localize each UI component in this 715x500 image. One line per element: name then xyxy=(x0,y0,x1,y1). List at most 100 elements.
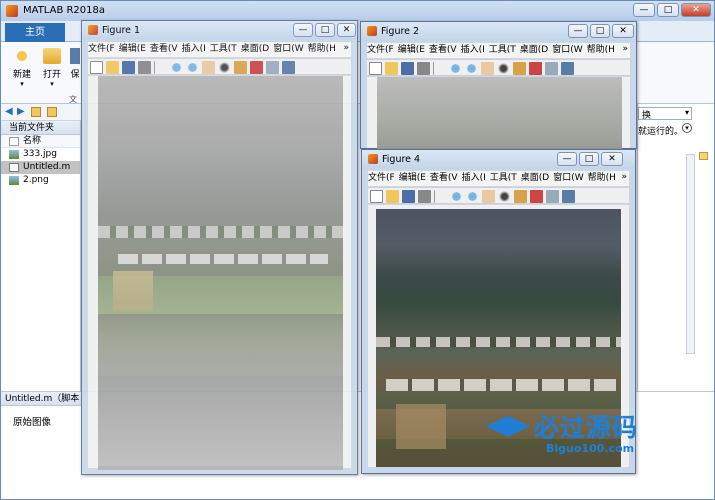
new-figure-icon[interactable] xyxy=(369,62,382,75)
pointer-icon[interactable] xyxy=(433,62,446,75)
file-row[interactable]: 2.png xyxy=(1,174,80,187)
zoom-out-icon[interactable] xyxy=(465,62,478,75)
menu-insert[interactable]: 插入(I xyxy=(462,171,486,186)
brush-icon[interactable] xyxy=(250,61,263,74)
file-row[interactable]: 333.jpg xyxy=(1,148,80,161)
column-header-name[interactable]: 名称 xyxy=(1,135,80,148)
open-file-icon[interactable] xyxy=(106,61,119,74)
new-figure-icon[interactable] xyxy=(370,190,383,203)
figure-maximize-button[interactable]: □ xyxy=(590,24,610,38)
toolbar-overflow-icon[interactable]: » xyxy=(343,43,349,53)
toolbar-overflow-icon[interactable]: » xyxy=(622,44,628,54)
back-arrow-icon[interactable]: ◀ xyxy=(5,106,13,117)
figure-close-button[interactable]: ✕ xyxy=(337,23,356,37)
up-folder-icon[interactable] xyxy=(31,107,41,117)
menu-view[interactable]: 查看(V xyxy=(429,43,457,58)
zoom-out-icon[interactable] xyxy=(466,190,479,203)
menu-view[interactable]: 查看(V xyxy=(430,171,458,186)
rotate-icon[interactable] xyxy=(218,61,231,74)
data-cursor-icon[interactable] xyxy=(234,61,247,74)
file-row[interactable]: Untitled.m xyxy=(1,161,80,174)
menu-view[interactable]: 查看(V xyxy=(150,42,178,57)
menu-desktop[interactable]: 桌面(D xyxy=(520,43,548,58)
toolbar-overflow-icon[interactable]: » xyxy=(621,172,627,182)
print-icon[interactable] xyxy=(138,61,151,74)
figure-2-window[interactable]: Figure 2 — □ ✕ 文件(F 编辑(E 查看(V 插入(I 工具(T 桌面(D 窗… xyxy=(360,21,637,150)
menu-file[interactable]: 文件(F xyxy=(367,43,394,58)
colorbar-icon[interactable] xyxy=(562,190,575,203)
save-icon[interactable] xyxy=(402,190,415,203)
menu-desktop[interactable]: 桌面(D xyxy=(521,171,549,186)
menu-edit[interactable]: 编辑(E xyxy=(119,42,146,57)
zoom-in-icon[interactable] xyxy=(170,61,183,74)
print-icon[interactable] xyxy=(417,62,430,75)
menu-help[interactable]: 帮助(H xyxy=(588,171,616,186)
pan-hand-icon[interactable] xyxy=(482,190,495,203)
image-file-icon xyxy=(9,150,19,159)
menu-window[interactable]: 窗口(W xyxy=(553,171,583,186)
minimize-button[interactable]: — xyxy=(633,3,655,17)
figure-maximize-button[interactable]: □ xyxy=(315,23,335,37)
right-dropdown[interactable]: 换 xyxy=(638,107,692,121)
right-dropdown-value: 换 xyxy=(642,111,652,121)
menu-window[interactable]: 窗口(W xyxy=(552,43,582,58)
colorbar-icon[interactable] xyxy=(282,61,295,74)
menu-tools[interactable]: 工具(T xyxy=(210,42,237,57)
link-icon[interactable] xyxy=(266,61,279,74)
info-icon[interactable]: ▾ xyxy=(682,123,692,133)
link-icon[interactable] xyxy=(545,62,558,75)
rotate-icon[interactable] xyxy=(498,190,511,203)
print-icon[interactable] xyxy=(418,190,431,203)
open-file-icon[interactable] xyxy=(386,190,399,203)
maximize-button[interactable]: □ xyxy=(657,3,679,17)
zoom-out-icon[interactable] xyxy=(186,61,199,74)
menu-tools[interactable]: 工具(T xyxy=(490,171,517,186)
zoom-in-icon[interactable] xyxy=(450,190,463,203)
menu-edit[interactable]: 编辑(E xyxy=(398,43,425,58)
rotate-icon[interactable] xyxy=(497,62,510,75)
pointer-icon[interactable] xyxy=(434,190,447,203)
menu-file[interactable]: 文件(F xyxy=(88,42,115,57)
new-button[interactable]: 新建 ▾ xyxy=(9,48,35,88)
forward-arrow-icon[interactable]: ▶ xyxy=(17,106,25,117)
browse-folder-icon[interactable] xyxy=(47,107,57,117)
figure-minimize-button[interactable]: — xyxy=(557,152,577,166)
save-button[interactable]: 保 xyxy=(69,48,81,80)
open-button[interactable]: 打开 ▾ xyxy=(39,48,65,88)
figure-close-button[interactable]: ✕ xyxy=(612,24,634,38)
chevron-down-icon[interactable]: ▾ xyxy=(685,108,689,117)
menu-window[interactable]: 窗口(W xyxy=(273,42,303,57)
save-icon[interactable] xyxy=(122,61,135,74)
scrollbar[interactable] xyxy=(686,154,695,354)
data-cursor-icon[interactable] xyxy=(513,62,526,75)
data-cursor-icon[interactable] xyxy=(514,190,527,203)
link-icon[interactable] xyxy=(546,190,559,203)
figure-minimize-button[interactable]: — xyxy=(293,23,313,37)
menu-file[interactable]: 文件(F xyxy=(368,171,395,186)
pointer-icon[interactable] xyxy=(154,61,167,74)
pan-hand-icon[interactable] xyxy=(202,61,215,74)
menu-edit[interactable]: 编辑(E xyxy=(399,171,426,186)
menu-help[interactable]: 帮助(H xyxy=(587,43,615,58)
right-hint-text: 就运行的。 xyxy=(638,127,684,137)
tab-home[interactable]: 主页 xyxy=(5,23,65,42)
brush-icon[interactable] xyxy=(529,62,542,75)
colorbar-icon[interactable] xyxy=(561,62,574,75)
close-button[interactable]: ✕ xyxy=(681,3,711,17)
pan-hand-icon[interactable] xyxy=(481,62,494,75)
figure-maximize-button[interactable]: □ xyxy=(579,152,599,166)
figure-minimize-button[interactable]: — xyxy=(568,24,588,38)
new-figure-icon[interactable] xyxy=(90,61,103,74)
menu-help[interactable]: 帮助(H xyxy=(308,42,336,57)
figure-close-button[interactable]: ✕ xyxy=(601,152,623,166)
figure-1-window[interactable]: Figure 1 — □ ✕ 文件(F 编辑(E 查看(V 插入(I 工具(T 桌面(D 窗… xyxy=(81,20,358,475)
brush-icon[interactable] xyxy=(530,190,543,203)
open-file-icon[interactable] xyxy=(385,62,398,75)
menu-tools[interactable]: 工具(T xyxy=(489,43,516,58)
menu-insert[interactable]: 插入(I xyxy=(461,43,485,58)
zoom-in-icon[interactable] xyxy=(449,62,462,75)
figure-title: Figure 1 xyxy=(102,25,141,36)
save-icon[interactable] xyxy=(401,62,414,75)
menu-insert[interactable]: 插入(I xyxy=(182,42,206,57)
menu-desktop[interactable]: 桌面(D xyxy=(241,42,269,57)
